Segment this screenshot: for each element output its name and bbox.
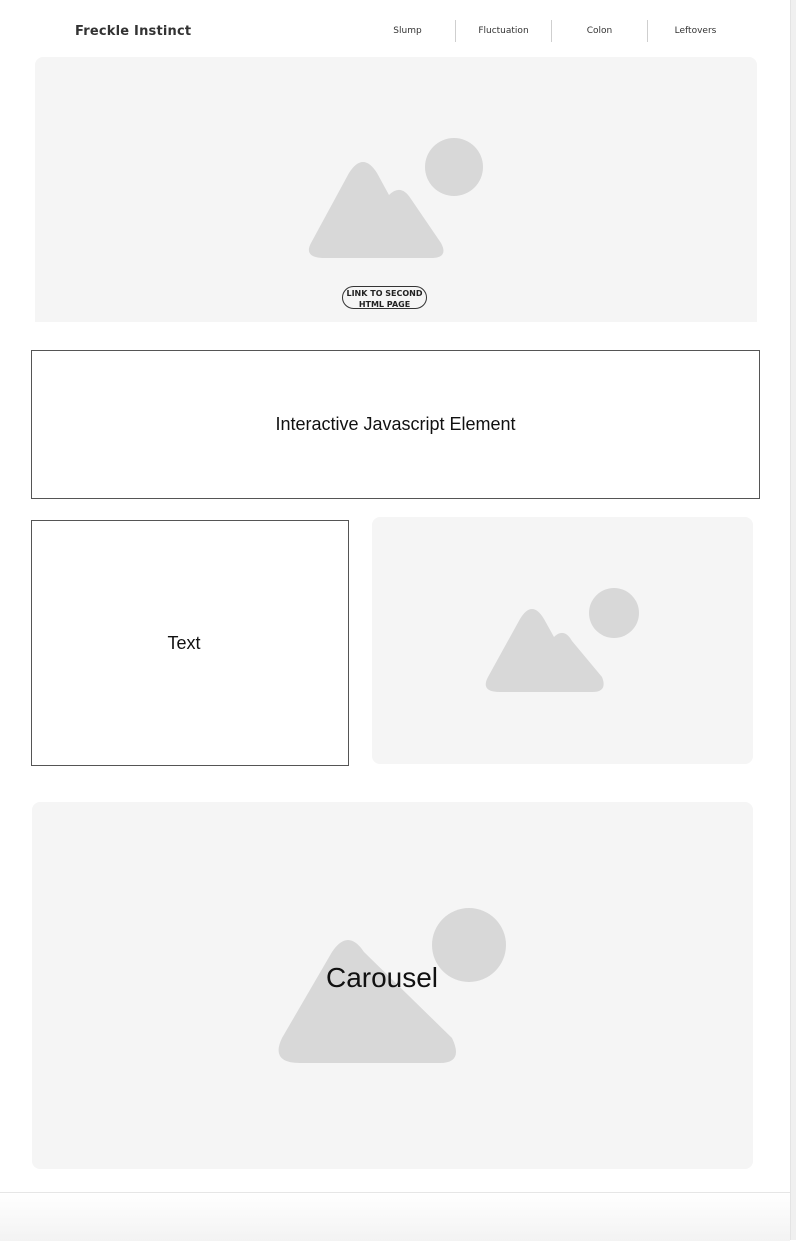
text-block: Text bbox=[31, 520, 349, 766]
nav-item-leftovers[interactable]: Leftovers bbox=[648, 20, 743, 42]
image-placeholder-icon bbox=[308, 138, 483, 258]
interactive-js-label: Interactive Javascript Element bbox=[275, 414, 516, 434]
carousel[interactable]: Carousel bbox=[32, 802, 753, 1169]
site-header: Freckle Instinct Slump Fluctuation Colon… bbox=[0, 0, 790, 60]
nav-item-fluctuation[interactable]: Fluctuation bbox=[456, 20, 551, 42]
interactive-js-element[interactable]: Interactive Javascript Element bbox=[31, 350, 760, 499]
hero-image-panel: LINK TO SECOND HTML PAGE bbox=[35, 57, 757, 322]
nav-item-slump[interactable]: Slump bbox=[360, 20, 455, 42]
carousel-label: Carousel bbox=[325, 962, 439, 993]
image-placeholder-icon bbox=[485, 588, 639, 692]
second-page-link-button[interactable]: LINK TO SECOND HTML PAGE bbox=[342, 286, 427, 309]
side-image-panel bbox=[372, 517, 753, 764]
text-block-label: Text bbox=[167, 632, 201, 653]
brand-logo-text[interactable]: Freckle Instinct bbox=[75, 24, 191, 39]
site-footer bbox=[0, 1192, 790, 1241]
scrollbar[interactable] bbox=[790, 0, 796, 1240]
main-nav: Slump Fluctuation Colon Leftovers bbox=[360, 20, 743, 44]
nav-item-colon[interactable]: Colon bbox=[552, 20, 647, 42]
